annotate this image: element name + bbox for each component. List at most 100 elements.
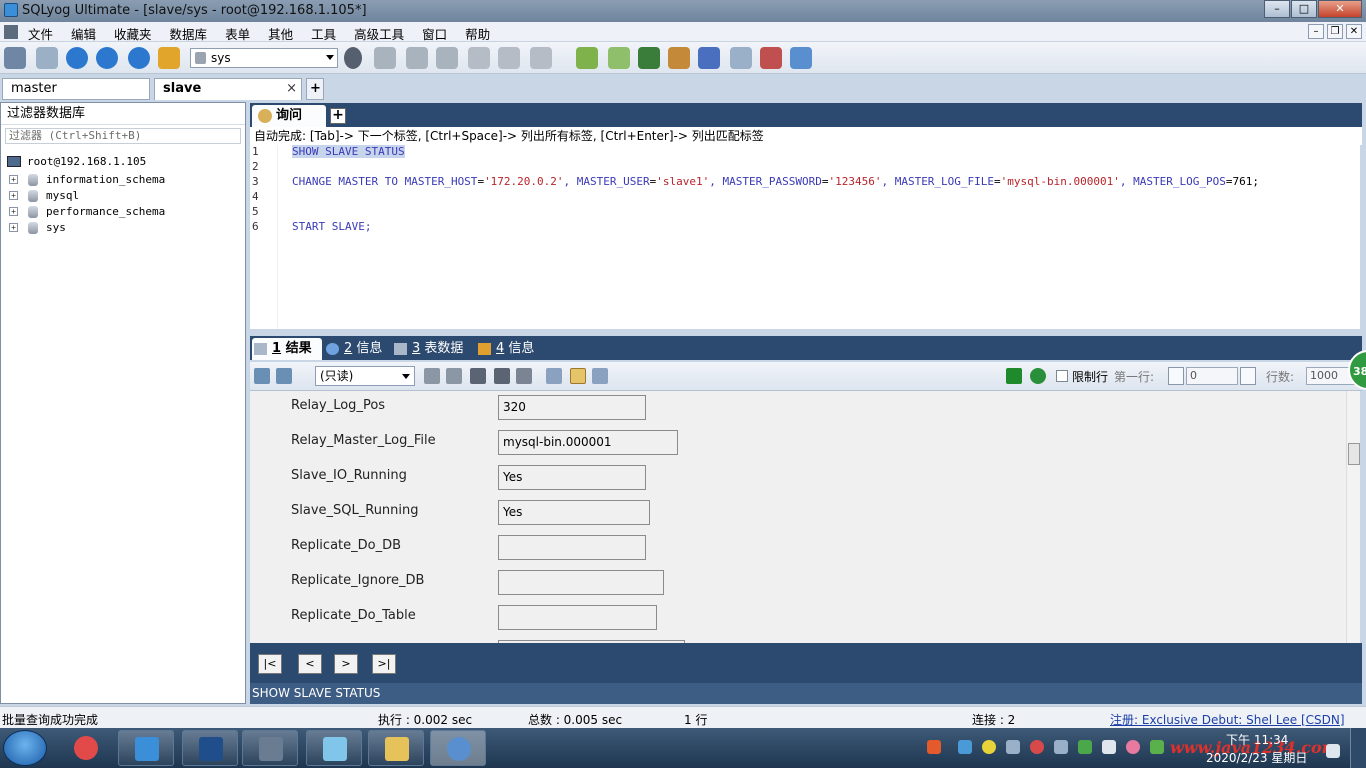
field-value[interactable]: Yes <box>498 500 650 525</box>
export-icon[interactable] <box>254 368 270 384</box>
schema-sync-icon[interactable] <box>760 47 782 69</box>
start-button[interactable] <box>3 730 47 766</box>
maximize-button[interactable]: □ <box>1291 0 1317 18</box>
menu-advanced-tools[interactable]: 高级工具 <box>354 24 404 43</box>
notification-icon[interactable] <box>1326 744 1340 758</box>
delete-icon[interactable] <box>494 368 510 384</box>
visual-designer-icon[interactable] <box>790 47 812 69</box>
tray-input-icon[interactable] <box>927 740 941 754</box>
limit-rows-checkbox[interactable] <box>1056 370 1068 382</box>
duplicate-row-icon[interactable] <box>446 368 462 384</box>
menu-favorites[interactable]: 收藏夹 <box>114 24 152 43</box>
field-value[interactable] <box>498 605 657 630</box>
next-page-button[interactable] <box>1240 367 1256 385</box>
new-connection-using-current-icon[interactable] <box>36 47 58 69</box>
registration-link[interactable]: 注册: Exclusive Debut: Shel Lee [CSDN] <box>1110 711 1345 728</box>
save-icon[interactable] <box>470 368 486 384</box>
create-database-icon[interactable] <box>374 47 396 69</box>
alter-table-icon[interactable] <box>436 47 458 69</box>
scheduler-icon[interactable] <box>698 47 720 69</box>
mdi-minimize-button[interactable]: – <box>1308 24 1324 39</box>
expand-icon[interactable]: + <box>9 207 18 216</box>
next-record-button[interactable]: > <box>334 654 358 674</box>
copy-options-icon[interactable] <box>276 368 292 384</box>
taskbar-app-3[interactable] <box>182 730 238 766</box>
menu-window[interactable]: 窗口 <box>422 24 447 43</box>
cancel-icon[interactable] <box>516 368 532 384</box>
close-icon[interactable]: × <box>286 79 297 99</box>
sync-icon[interactable] <box>638 47 660 69</box>
minimize-button[interactable]: – <box>1264 0 1290 18</box>
field-value[interactable] <box>498 535 646 560</box>
tray-network-icon[interactable] <box>958 740 972 754</box>
tray-app-icon[interactable] <box>1030 740 1044 754</box>
field-value[interactable] <box>498 570 664 595</box>
taskbar-app-5[interactable] <box>306 730 362 766</box>
new-connection-icon[interactable] <box>4 47 26 69</box>
tab-info[interactable]: 4 信息 <box>476 338 536 360</box>
refresh-icon[interactable] <box>1030 368 1046 384</box>
menu-help[interactable]: 帮助 <box>465 24 490 43</box>
tree-item-mysql[interactable]: + mysql <box>9 189 79 202</box>
menu-edit[interactable]: 编辑 <box>71 24 96 43</box>
tab-messages[interactable]: 2 信息 <box>324 338 384 360</box>
field-value[interactable]: mysql-bin.000001 <box>498 430 678 455</box>
connection-tab-master[interactable]: master <box>2 78 150 100</box>
sql-editor[interactable]: 1 2 3 4 5 6 SHOW SLAVE STATUS CHANGE MAS… <box>250 145 1360 329</box>
migration-icon[interactable] <box>668 47 690 69</box>
form-scrollbar[interactable] <box>1346 391 1360 643</box>
tree-item-sys[interactable]: + sys <box>9 221 66 234</box>
tab-query[interactable]: 询问 <box>252 105 326 127</box>
menu-database[interactable]: 数据库 <box>170 24 208 43</box>
tab-results[interactable]: 1 结果 <box>252 338 322 360</box>
import-icon[interactable] <box>576 47 598 69</box>
execute-all-icon[interactable] <box>96 47 118 69</box>
taskbar-app-4[interactable] <box>242 730 298 766</box>
tree-item-performance-schema[interactable]: + performance_schema <box>9 205 165 218</box>
shield-icon[interactable] <box>1078 740 1092 754</box>
profiler-icon[interactable] <box>158 47 180 69</box>
tray-flag-icon[interactable] <box>1102 740 1116 754</box>
form-view-icon[interactable] <box>570 368 586 384</box>
mdi-close-button[interactable]: ✕ <box>1346 24 1362 39</box>
user-manager-icon[interactable] <box>344 47 362 69</box>
create-table-icon[interactable] <box>406 47 428 69</box>
expand-icon[interactable]: + <box>9 191 18 200</box>
add-query-tab-button[interactable]: + <box>330 108 346 124</box>
menu-file[interactable]: 文件 <box>28 24 53 43</box>
document-icon[interactable] <box>4 25 18 39</box>
filter-icon[interactable] <box>1006 368 1022 384</box>
tray-flower-icon[interactable] <box>1126 740 1140 754</box>
previous-record-button[interactable]: < <box>298 654 322 674</box>
menu-table[interactable]: 表单 <box>225 24 250 43</box>
refresh-icon[interactable] <box>128 47 150 69</box>
scrollbar-thumb[interactable] <box>1348 443 1360 465</box>
close-button[interactable]: ✕ <box>1318 0 1362 18</box>
execute-query-icon[interactable] <box>66 47 88 69</box>
add-connection-tab-button[interactable]: + <box>306 78 324 100</box>
field-value[interactable]: Yes <box>498 465 646 490</box>
schema-designer-icon[interactable] <box>530 47 552 69</box>
mdi-restore-button[interactable]: ❐ <box>1327 24 1343 39</box>
filter-input[interactable]: 过滤器 (Ctrl+Shift+B) <box>5 128 241 144</box>
expand-icon[interactable]: + <box>9 223 18 232</box>
connection-tab-slave[interactable]: slave × <box>154 78 302 100</box>
prev-page-button[interactable] <box>1168 367 1184 385</box>
expand-icon[interactable]: + <box>9 175 18 184</box>
result-mode-select[interactable]: (只读) <box>315 366 415 386</box>
taskbar-app-1[interactable] <box>58 730 114 766</box>
tray-display-icon[interactable] <box>1006 740 1020 754</box>
database-select[interactable]: sys <box>190 48 338 68</box>
add-row-icon[interactable] <box>424 368 440 384</box>
tree-root-connection[interactable]: root@192.168.1.105 <box>7 155 146 168</box>
first-record-button[interactable]: |< <box>258 654 282 674</box>
show-desktop-button[interactable] <box>1350 728 1366 768</box>
menu-other[interactable]: 其他 <box>268 24 293 43</box>
field-value[interactable]: 320 <box>498 395 646 420</box>
tray-nvidia-icon[interactable] <box>1150 740 1164 754</box>
first-row-input[interactable]: 0 <box>1186 367 1238 385</box>
tree-item-information-schema[interactable]: + information_schema <box>9 173 165 186</box>
menu-tools[interactable]: 工具 <box>311 24 336 43</box>
taskbar-app-6[interactable] <box>368 730 424 766</box>
tray-device-icon[interactable] <box>1054 740 1068 754</box>
